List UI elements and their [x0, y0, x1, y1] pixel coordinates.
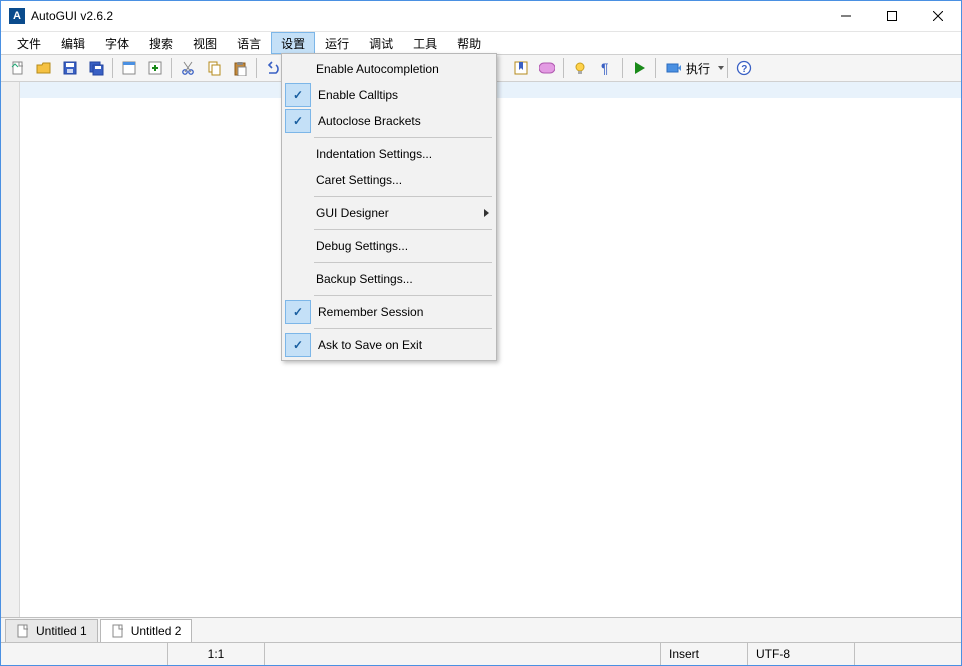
new-file-button[interactable]	[5, 56, 31, 80]
menu-settings[interactable]: 设置	[271, 32, 315, 54]
highlight-button[interactable]	[567, 56, 593, 80]
paste-button[interactable]	[227, 56, 253, 80]
menu-indentation-settings[interactable]: Indentation Settings...	[284, 141, 494, 167]
editor-gutter[interactable]	[1, 82, 20, 617]
menu-debug-settings[interactable]: Debug Settings...	[284, 233, 494, 259]
menu-file[interactable]: 文件	[7, 32, 51, 54]
execute-label: 执行	[686, 60, 710, 77]
menu-language[interactable]: 语言	[227, 32, 271, 54]
menu-separator	[314, 328, 492, 329]
toolbar-separator	[256, 58, 257, 78]
toolbar-separator	[655, 58, 656, 78]
window-title: AutoGUI v2.6.2	[31, 9, 823, 23]
document-icon	[111, 624, 125, 638]
toolbar-separator	[112, 58, 113, 78]
menu-remember-session[interactable]: Remember Session	[284, 299, 494, 325]
brain-button[interactable]	[534, 56, 560, 80]
show-whitespace-button[interactable]: ¶	[593, 56, 619, 80]
status-extra	[855, 643, 961, 665]
window-designer-button[interactable]	[116, 56, 142, 80]
status-message	[1, 643, 168, 665]
maximize-button[interactable]	[869, 1, 915, 31]
menu-font[interactable]: 字体	[95, 32, 139, 54]
toolbar-separator	[563, 58, 564, 78]
minimize-button[interactable]	[823, 1, 869, 31]
menu-separator	[314, 137, 492, 138]
menu-enable-autocompletion[interactable]: Enable Autocompletion	[284, 56, 494, 82]
tab-untitled-1[interactable]: Untitled 1	[5, 619, 98, 643]
save-all-button[interactable]	[83, 56, 109, 80]
bookmark-button[interactable]	[508, 56, 534, 80]
submenu-arrow-icon	[478, 206, 494, 220]
menu-backup-settings[interactable]: Backup Settings...	[284, 266, 494, 292]
status-insert-mode: Insert	[661, 643, 748, 665]
menu-edit[interactable]: 编辑	[51, 32, 95, 54]
menu-separator	[314, 196, 492, 197]
save-button[interactable]	[57, 56, 83, 80]
open-button[interactable]	[31, 56, 57, 80]
run-button[interactable]	[626, 56, 652, 80]
menu-autoclose-brackets[interactable]: Autoclose Brackets	[284, 108, 494, 134]
execute-button[interactable]: 执行	[659, 56, 717, 80]
svg-text:¶: ¶	[601, 60, 609, 76]
svg-text:?: ?	[741, 64, 747, 75]
menu-ask-save-on-exit[interactable]: Ask to Save on Exit	[284, 332, 494, 358]
menu-caret-settings[interactable]: Caret Settings...	[284, 167, 494, 193]
toolbar-separator	[622, 58, 623, 78]
menu-view[interactable]: 视图	[183, 32, 227, 54]
status-encoding: UTF-8	[748, 643, 855, 665]
run-icon	[666, 60, 682, 76]
add-control-button[interactable]	[142, 56, 168, 80]
status-spacer	[265, 643, 661, 665]
menu-separator	[314, 262, 492, 263]
app-icon	[9, 8, 25, 24]
menu-tools[interactable]: 工具	[403, 32, 447, 54]
menu-debug[interactable]: 调试	[359, 32, 403, 54]
menu-separator	[314, 295, 492, 296]
settings-dropdown: Enable Autocompletion Enable Calltips Au…	[281, 53, 497, 361]
toolbar-separator	[727, 58, 728, 78]
menu-enable-calltips[interactable]: Enable Calltips	[284, 82, 494, 108]
cut-button[interactable]	[175, 56, 201, 80]
document-icon	[16, 624, 30, 638]
menu-gui-designer[interactable]: GUI Designer	[284, 200, 494, 226]
tab-label: Untitled 1	[36, 624, 87, 638]
status-position: 1:1	[168, 643, 265, 665]
menu-help[interactable]: 帮助	[447, 32, 491, 54]
tab-untitled-2[interactable]: Untitled 2	[100, 619, 193, 643]
menu-bar: 文件 编辑 字体 搜索 视图 语言 设置 运行 调试 工具 帮助	[1, 32, 961, 54]
status-bar: 1:1 Insert UTF-8	[1, 642, 961, 665]
title-bar: AutoGUI v2.6.2	[1, 1, 961, 32]
app-window: AutoGUI v2.6.2 文件 编辑 字体 搜索 视图 语言 设置 运行 调…	[0, 0, 962, 666]
document-tab-bar: Untitled 1 Untitled 2	[1, 617, 961, 642]
toolbar-separator	[171, 58, 172, 78]
menu-search[interactable]: 搜索	[139, 32, 183, 54]
menu-separator	[314, 229, 492, 230]
help-button[interactable]: ?	[731, 56, 757, 80]
menu-run[interactable]: 运行	[315, 32, 359, 54]
tab-label: Untitled 2	[131, 624, 182, 638]
copy-button[interactable]	[201, 56, 227, 80]
close-button[interactable]	[915, 1, 961, 31]
execute-dropdown[interactable]	[717, 57, 724, 79]
